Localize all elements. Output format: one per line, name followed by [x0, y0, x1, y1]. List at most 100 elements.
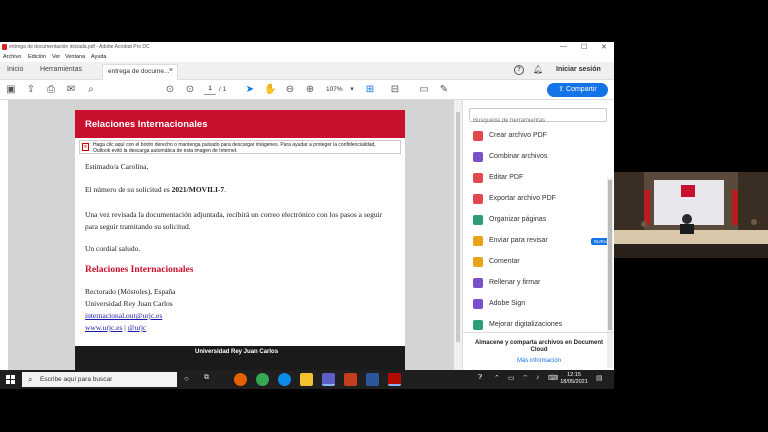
page-banner: Relaciones Internacionales: [75, 110, 405, 138]
search-icon[interactable]: ⌕: [85, 84, 97, 96]
tools-pane: Crear archivo PDF Combinar archivos Edit…: [462, 100, 614, 370]
tool-editar-pdf[interactable]: Editar PDF: [473, 172, 607, 186]
menu-edicion[interactable]: Edición: [28, 54, 46, 60]
wifi-icon[interactable]: ⌔: [522, 374, 529, 383]
tool-search-input[interactable]: [473, 115, 607, 127]
fit-page-icon[interactable]: ⊞: [364, 84, 376, 96]
tab-inicio[interactable]: Inicio: [7, 66, 23, 73]
pdf-page: Relaciones Internacionales ✕ Haga clic a…: [75, 110, 405, 370]
help-icon[interactable]: ?: [514, 65, 524, 75]
zoom-out-icon[interactable]: ⊖: [284, 84, 296, 96]
tab-bar: Inicio Herramientas entrega de docume...…: [0, 62, 614, 80]
task-view-icon[interactable]: ⧉: [204, 374, 209, 382]
volume-icon[interactable]: ♪: [536, 374, 540, 381]
select-cursor-icon[interactable]: ➤: [244, 84, 256, 96]
network-icon[interactable]: ▭: [508, 374, 515, 382]
help-tray-icon[interactable]: ❓︎: [478, 374, 482, 382]
tab-document[interactable]: entrega de docume... ×: [102, 64, 178, 80]
comment-icon[interactable]: ▭: [418, 84, 430, 96]
close-tab-icon[interactable]: ×: [169, 67, 173, 74]
scroll-thumb[interactable]: [456, 112, 460, 342]
tools-scroll-thumb[interactable]: [608, 180, 612, 330]
edge-icon[interactable]: [278, 373, 291, 386]
document-scrollbar[interactable]: [454, 100, 462, 370]
video-call-tile[interactable]: [614, 172, 768, 258]
enhance-scans-icon: [473, 320, 483, 330]
document-viewport[interactable]: Relaciones Internacionales ✕ Haga clic a…: [8, 100, 454, 370]
tool-adobe-sign[interactable]: Adobe Sign: [473, 298, 607, 312]
more-info-link[interactable]: Más información: [469, 358, 609, 364]
share-label: Compartir: [566, 86, 597, 93]
acrobat-taskbar-icon[interactable]: [388, 373, 401, 386]
website-link[interactable]: www.urjc.es: [85, 323, 122, 332]
taskbar-search-box[interactable]: ⌕ Escribe aquí para buscar: [22, 372, 177, 387]
tool-combinar[interactable]: Combinar archivos: [473, 151, 607, 165]
bell-icon[interactable]: 🔔︎: [533, 65, 543, 74]
clock-date: 18/05/2021: [560, 379, 588, 385]
taskbar-search-placeholder: Escribe aquí para buscar: [40, 376, 113, 383]
close-window-button[interactable]: ✕: [601, 43, 607, 51]
share-icon: ⇪: [558, 86, 567, 93]
share-button[interactable]: ⇪ Compartir: [547, 83, 608, 97]
title-bar: entrega de documentación iniciada.pdf - …: [0, 42, 614, 53]
combine-files-icon: [473, 152, 483, 162]
save-icon[interactable]: ▣: [5, 84, 17, 96]
cortana-icon[interactable]: ○: [184, 374, 189, 383]
tab-herramientas[interactable]: Herramientas: [40, 66, 82, 73]
tool-mejorar[interactable]: Mejorar digitalizaciones: [473, 319, 607, 330]
sign-pen-icon[interactable]: ✎: [438, 84, 450, 96]
broken-image-icon: ✕: [82, 143, 89, 151]
minimize-button[interactable]: —: [560, 43, 567, 50]
chevron-up-icon[interactable]: ⌃: [494, 374, 500, 382]
signin-button[interactable]: Iniciar sesión: [556, 66, 601, 73]
email-link[interactable]: internacional.out@urjc.es: [85, 311, 162, 320]
print-icon[interactable]: ⎙: [45, 84, 57, 96]
maximize-button[interactable]: ☐: [581, 43, 587, 51]
scroll-mode-icon[interactable]: ⊟: [389, 84, 401, 96]
firefox-icon[interactable]: [234, 373, 247, 386]
tool-comentar[interactable]: Comentar: [473, 256, 607, 270]
create-pdf-icon: [473, 131, 483, 141]
request-end: .: [224, 185, 227, 194]
tool-crear-pdf[interactable]: Crear archivo PDF: [473, 130, 607, 144]
windows-taskbar: ⌕ Escribe aquí para buscar ○ ⧉ ❓︎ ⌃ ▭ ⌔ …: [0, 370, 614, 389]
blocked-image-notice[interactable]: ✕ Haga clic aquí con el botón derecho o …: [79, 140, 401, 154]
zoom-dropdown-icon[interactable]: ▾: [346, 84, 358, 96]
comment-tool-icon: [473, 257, 483, 267]
powerpoint-icon[interactable]: [344, 373, 357, 386]
tool-exportar[interactable]: Exportar archivo PDF: [473, 193, 607, 207]
word-icon[interactable]: [366, 373, 379, 386]
menu-ver[interactable]: Ver: [52, 54, 60, 60]
file-explorer-icon[interactable]: [300, 373, 313, 386]
menu-archivo[interactable]: Archivo: [3, 54, 21, 60]
keyboard-icon[interactable]: ⌨: [548, 374, 558, 382]
screen: entrega de documentación iniciada.pdf - …: [0, 0, 768, 432]
menu-ayuda[interactable]: Ayuda: [91, 54, 107, 60]
signature-heading: Relaciones Internacionales: [85, 265, 194, 275]
upload-icon[interactable]: ⇪: [25, 84, 37, 96]
closing: Un cordial saludo.: [85, 244, 141, 253]
teams-icon[interactable]: [322, 373, 335, 386]
hand-tool-icon[interactable]: ✋: [264, 84, 276, 96]
fill-sign-icon: [473, 278, 483, 288]
send-review-icon: [473, 236, 483, 246]
tool-organizar[interactable]: Organizar páginas: [473, 214, 607, 228]
chrome-icon[interactable]: [256, 373, 269, 386]
organize-pages-icon: [473, 215, 483, 225]
tool-enviar-revisar[interactable]: Enviar para revisar NUEVA: [473, 235, 613, 249]
windows-start-icon[interactable]: [6, 375, 15, 384]
zoom-in-icon[interactable]: ⊕: [304, 84, 316, 96]
notifications-icon[interactable]: ▤: [596, 374, 603, 382]
page-down-icon[interactable]: ⊙: [184, 84, 196, 96]
web-links: www.urjc.es | @urjc: [85, 323, 146, 332]
tool-rellenar-firmar[interactable]: Rellenar y firmar: [473, 277, 607, 291]
page-up-icon[interactable]: ⊙: [164, 84, 176, 96]
twitter-link[interactable]: @urjc: [128, 323, 147, 332]
page-footer: Universidad Rey Juan Carlos: [75, 346, 405, 370]
zoom-level[interactable]: 107%: [326, 86, 343, 93]
clock[interactable]: 12:15 18/05/2021: [560, 372, 588, 386]
page-number-input[interactable]: 1: [204, 85, 216, 95]
menu-ventana[interactable]: Ventana: [65, 54, 85, 60]
tool-search-box[interactable]: [469, 108, 607, 127]
email-icon[interactable]: ✉: [65, 84, 77, 96]
